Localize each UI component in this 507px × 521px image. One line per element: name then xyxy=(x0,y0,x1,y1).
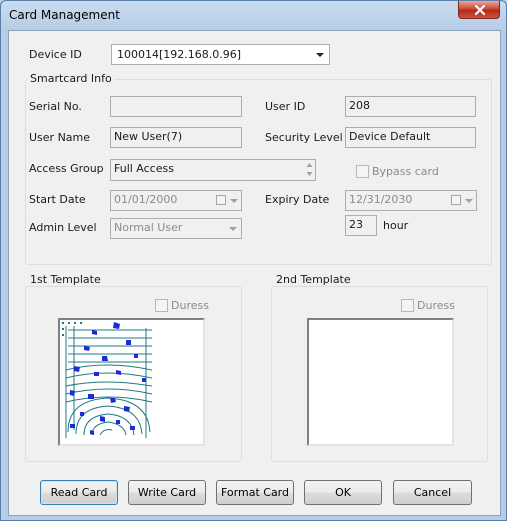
first-duress-label: Duress xyxy=(171,299,209,312)
access-group-field[interactable]: Full Access xyxy=(110,159,316,181)
access-group-spinner[interactable] xyxy=(303,159,316,180)
second-duress-checkbox[interactable] xyxy=(401,299,414,312)
second-duress-label: Duress xyxy=(417,299,455,312)
user-name-field[interactable]: New User(7) xyxy=(110,127,242,148)
first-template-title: 1st Template xyxy=(28,273,103,286)
expiry-date-value: 12/31/2030 xyxy=(349,193,413,206)
expiry-date-picker[interactable]: 12/31/2030 xyxy=(345,190,477,211)
bypass-card-checkbox[interactable] xyxy=(356,165,369,178)
serial-no-label: Serial No. xyxy=(29,100,82,113)
chevron-down-icon xyxy=(316,53,324,57)
hour-label: hour xyxy=(383,219,409,232)
chevron-down-icon xyxy=(465,199,473,203)
close-button[interactable] xyxy=(458,1,500,19)
read-card-button[interactable]: Read Card xyxy=(40,480,118,505)
start-date-value: 01/01/2000 xyxy=(114,193,178,206)
write-card-button[interactable]: Write Card xyxy=(128,480,206,505)
dialog-window: Card Management Device ID 100014[192.168… xyxy=(0,0,507,521)
title-bar[interactable]: Card Management xyxy=(1,1,506,30)
admin-level-label: Admin Level xyxy=(29,221,97,234)
security-level-field[interactable]: Device Default xyxy=(345,127,476,148)
second-template-image-frame xyxy=(307,318,454,446)
access-group-value: Full Access xyxy=(114,162,174,175)
second-template-title: 2nd Template xyxy=(274,273,353,286)
hour-field[interactable]: 23 xyxy=(345,215,377,236)
format-card-button[interactable]: Format Card xyxy=(216,480,294,505)
fingerprint-image xyxy=(62,322,153,438)
user-id-label: User ID xyxy=(265,100,306,113)
window-title: Card Management xyxy=(9,8,120,22)
first-template-image-frame xyxy=(58,318,205,446)
device-id-label: Device ID xyxy=(29,48,82,61)
admin-level-value: Normal User xyxy=(114,221,183,234)
first-duress-checkbox[interactable] xyxy=(155,299,168,312)
calendar-icon xyxy=(451,195,461,205)
close-icon xyxy=(474,5,486,15)
cancel-button[interactable]: Cancel xyxy=(393,480,472,505)
access-group-label: Access Group xyxy=(29,162,104,175)
user-name-label: User Name xyxy=(29,131,91,144)
smartcard-info-title: Smartcard Info xyxy=(28,72,114,85)
expiry-date-label: Expiry Date xyxy=(265,193,330,206)
bypass-card-label: Bypass card xyxy=(372,165,439,178)
start-date-picker[interactable]: 01/01/2000 xyxy=(110,190,242,211)
start-date-label: Start Date xyxy=(29,193,86,206)
user-id-field[interactable]: 208 xyxy=(345,96,476,117)
serial-no-field[interactable] xyxy=(110,96,242,117)
admin-level-select[interactable]: Normal User xyxy=(110,218,242,239)
chevron-down-icon xyxy=(229,227,237,231)
dialog-body: Device ID 100014[192.168.0.96] Smartcard… xyxy=(8,30,501,516)
device-id-select[interactable]: 100014[192.168.0.96] xyxy=(111,44,330,65)
ok-button[interactable]: OK xyxy=(304,480,382,505)
calendar-icon xyxy=(216,195,226,205)
chevron-down-icon xyxy=(230,199,238,203)
security-level-label: Security Level xyxy=(265,131,343,144)
device-id-value: 100014[192.168.0.96] xyxy=(117,48,242,61)
